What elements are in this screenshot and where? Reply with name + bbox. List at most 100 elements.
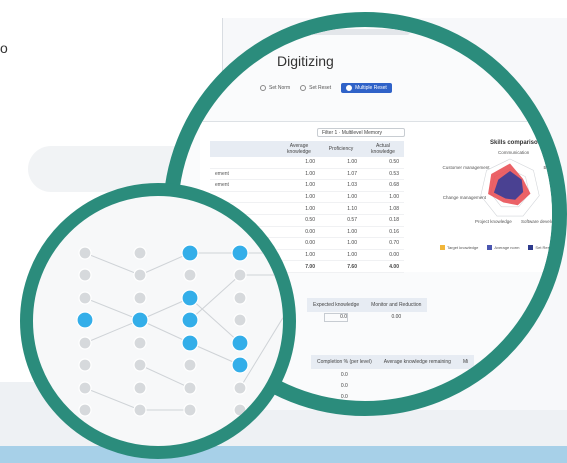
table-cell: 1.00	[278, 168, 320, 181]
total-cell: 7.60	[320, 260, 362, 273]
legend-swatch	[440, 245, 445, 250]
radar-axis-label: Communication	[498, 150, 530, 155]
radar-axis-label: Customer management	[442, 165, 490, 171]
network-node-active[interactable]	[131, 311, 149, 329]
network-node[interactable]	[289, 314, 296, 326]
network-edge	[139, 364, 191, 389]
network-node-active[interactable]	[76, 311, 94, 329]
network-node[interactable]	[78, 358, 92, 372]
skills-radar-chart	[480, 158, 540, 217]
network-node[interactable]	[233, 268, 247, 282]
network-node-active[interactable]	[231, 356, 249, 374]
network-node[interactable]	[233, 381, 247, 395]
network-node-active[interactable]	[231, 334, 249, 352]
radio-dot-icon	[260, 85, 266, 91]
network-node[interactable]	[78, 381, 92, 395]
network-edge	[84, 387, 141, 411]
legend-label: Set Reset	[535, 245, 553, 250]
column-header: Average knowledge remaining	[377, 355, 457, 369]
expected-knowledge-input[interactable]: 0.0	[324, 312, 349, 322]
table-cell: 1.00	[320, 237, 362, 250]
column-header: Mi	[456, 355, 475, 369]
table-cell: 1.00	[320, 157, 362, 169]
radar-chart-title: Skills comparison	[490, 140, 542, 146]
network-node-active[interactable]	[231, 244, 249, 262]
table-cell: 1.00	[320, 226, 362, 239]
radio-dot-icon	[346, 85, 353, 91]
legend-item[interactable]: Average norm	[487, 245, 519, 250]
network-edge	[84, 319, 141, 344]
column-header: Monitor and Reduction	[365, 298, 428, 312]
table-cell: 1.10	[320, 202, 362, 215]
page-title: Digitizing	[277, 53, 334, 69]
table-cell: 0.0	[340, 382, 348, 389]
network-node[interactable]	[78, 403, 92, 417]
network-node[interactable]	[133, 291, 147, 305]
table-cell: 0.00	[278, 226, 320, 239]
network-node[interactable]	[133, 381, 147, 395]
node-network-diagram	[76, 244, 296, 417]
network-node[interactable]	[233, 291, 247, 305]
table-row: ement 1.00 1.07 0.53	[210, 168, 404, 181]
legend-item[interactable]: Target knowledge	[440, 245, 478, 250]
table-row: 0.0	[311, 380, 474, 391]
network-node[interactable]	[233, 403, 247, 417]
column-header: Actual knowledge	[362, 141, 404, 157]
table-cell: 0.68	[362, 179, 404, 192]
zoom-circle-network	[20, 183, 296, 459]
table-cell: 1.03	[320, 179, 362, 192]
table-cell: 1.00	[278, 191, 320, 204]
legend-item[interactable]: Set Reset	[528, 245, 553, 250]
table-cell: 0.57	[320, 214, 362, 227]
network-node[interactable]	[78, 336, 92, 350]
network-node-active[interactable]	[181, 289, 199, 307]
table-cell: 0.50	[362, 157, 404, 169]
network-node[interactable]	[183, 358, 197, 372]
radio-label: Set Norm	[269, 85, 291, 91]
legend-swatch	[528, 245, 534, 250]
network-node[interactable]	[78, 291, 92, 305]
table-cell: 0.53	[362, 168, 404, 181]
network-node[interactable]	[78, 246, 92, 260]
radio-label: Multiple Reset	[355, 85, 387, 91]
radio-multiple-reset[interactable]: Multiple Reset	[341, 83, 392, 93]
network-node[interactable]	[133, 268, 147, 282]
total-cell: 4.00	[362, 260, 404, 273]
radar-axis-label: Project knowledge	[474, 219, 512, 225]
table-cell: 0.00	[391, 314, 402, 320]
network-node[interactable]	[183, 403, 197, 417]
radio-set-norm[interactable]: Set Norm	[260, 85, 290, 91]
network-node-active[interactable]	[181, 334, 199, 352]
table-row: ement 1.00 1.03 0.68	[210, 179, 404, 192]
radar-axis-label: Collab	[551, 192, 564, 198]
completion-table: Completion % (per level) Average knowled…	[311, 355, 475, 401]
table-cell: 0.50	[278, 214, 320, 227]
network-node[interactable]	[78, 268, 92, 282]
radio-set-reset[interactable]: Set Reset	[300, 85, 331, 91]
network-node[interactable]	[133, 246, 147, 260]
network-node[interactable]	[133, 403, 147, 417]
table-cell: 1.00	[362, 191, 404, 204]
network-node[interactable]	[133, 336, 147, 350]
table-cell: 1.08	[362, 202, 404, 215]
network-node[interactable]	[233, 313, 247, 327]
table-cell: 1.00	[278, 157, 320, 169]
filter-dropdown[interactable]: Filter 1 · Multilevel Memory	[317, 128, 405, 137]
table-cell: 0.0	[340, 371, 348, 378]
legend-label: Target knowledge	[447, 245, 479, 250]
radar-legend: Target knowledgeAverage normSet ResetAct…	[440, 245, 553, 250]
column-header: Expected knowledge	[307, 298, 366, 312]
network-node-active[interactable]	[181, 311, 199, 329]
network-node[interactable]	[183, 381, 197, 395]
radar-axis-label: Change management	[442, 194, 487, 200]
column-header: Average knowledge	[278, 141, 320, 157]
network-edge	[84, 252, 141, 276]
table-cell: 0.16	[362, 226, 404, 239]
table-cell: 0.00	[362, 249, 404, 262]
network-node[interactable]	[133, 358, 147, 372]
network-node[interactable]	[183, 268, 197, 282]
network-node-active[interactable]	[181, 244, 199, 262]
table-cell: 1.00	[320, 191, 362, 204]
table-cell: 1.00	[278, 249, 320, 262]
table-cell: 0.70	[362, 237, 404, 250]
